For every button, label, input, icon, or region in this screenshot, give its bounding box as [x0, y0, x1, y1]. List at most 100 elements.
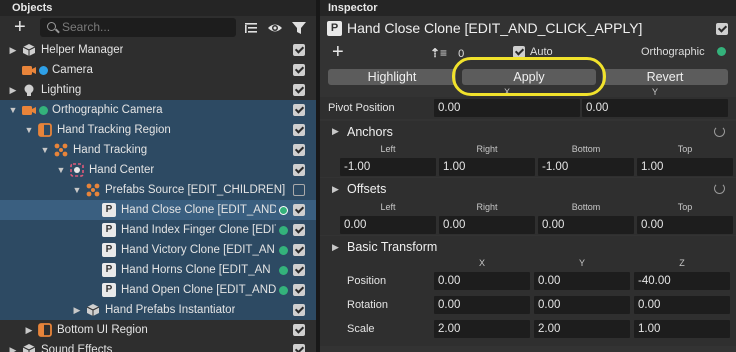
rotation-z-field[interactable]: 0.00: [634, 296, 730, 314]
status-dot-icon: [279, 266, 288, 275]
enabled-checkbox[interactable]: [293, 124, 305, 136]
render-layer-dot-icon: [717, 47, 726, 56]
basic-transform-section: ▶ Basic Transform X Y Z Position 0.00 0.…: [320, 236, 736, 346]
tree-row[interactable]: ▶ Bottom UI Region: [0, 320, 316, 340]
offsets-bottom-field[interactable]: 0.00: [538, 216, 634, 234]
tree-row[interactable]: P Hand Open Clone [EDIT_AND: [0, 280, 316, 300]
enabled-checkbox[interactable]: [293, 224, 305, 236]
tree-item-label: Hand Tracking: [73, 144, 148, 156]
enabled-checkbox[interactable]: [293, 164, 305, 176]
anchors-bottom-field[interactable]: -1.00: [538, 158, 634, 176]
tree-row[interactable]: ▼ Hand Tracking Region: [0, 120, 316, 140]
tree-row[interactable]: ▼ Orthographic Camera: [0, 100, 316, 120]
position-z-field[interactable]: -40.00: [634, 272, 730, 290]
enabled-checkbox[interactable]: [293, 284, 305, 296]
object-name[interactable]: Hand Close Clone [EDIT_AND_CLICK_APPLY]: [347, 20, 642, 36]
funnel-icon[interactable]: [291, 20, 307, 36]
collapse-arrow-icon[interactable]: ▼: [56, 160, 66, 180]
expand-arrow-icon[interactable]: ▶: [8, 80, 18, 100]
expand-arrow-icon[interactable]: ▶: [8, 340, 18, 352]
image-p-icon: P: [102, 223, 116, 237]
scale-z-field[interactable]: 1.00: [634, 320, 730, 338]
anchors-left-field[interactable]: -1.00: [340, 158, 436, 176]
tree-row[interactable]: Camera: [0, 60, 316, 80]
enabled-checkbox[interactable]: [293, 44, 305, 56]
pivot-x-field[interactable]: 0.00: [434, 99, 580, 117]
offsets-reset-icon[interactable]: [714, 183, 725, 194]
scale-x-field[interactable]: 2.00: [434, 320, 530, 338]
tree-row[interactable]: ▶ Lighting: [0, 80, 316, 100]
enabled-checkbox[interactable]: [293, 324, 305, 336]
collapse-arrow-icon[interactable]: ▼: [24, 120, 34, 140]
position-x-field[interactable]: 0.00: [434, 272, 530, 290]
tree-row[interactable]: P Hand Index Finger Clone [EDIT: [0, 220, 316, 240]
light-icon: [24, 84, 34, 96]
offsets-expand-arrow-icon[interactable]: ▶: [332, 184, 339, 195]
pivot-y-field[interactable]: 0.00: [582, 99, 728, 117]
expand-arrow-icon[interactable]: ▶: [8, 40, 18, 60]
render-layer-label[interactable]: Orthographic: [641, 46, 705, 58]
add-component-icon[interactable]: +: [332, 41, 344, 64]
anchors-expand-arrow-icon[interactable]: ▶: [332, 126, 339, 137]
tree-row[interactable]: P Hand Close Clone [EDIT_AND: [0, 200, 316, 220]
offsets-label[interactable]: Offsets: [347, 182, 386, 196]
prefab-cube-icon: [22, 344, 36, 352]
collapse-arrow-icon[interactable]: ▼: [8, 100, 18, 120]
camera-icon: [22, 66, 36, 75]
search-input[interactable]: Search...: [40, 18, 236, 37]
basic-transform-expand-arrow-icon[interactable]: ▶: [332, 242, 339, 253]
anchors-col-top: Top: [677, 144, 693, 154]
offsets-left-field[interactable]: 0.00: [340, 216, 436, 234]
image-p-icon: P: [102, 243, 116, 257]
anchors-reset-icon[interactable]: [714, 126, 725, 137]
position-label: Position: [347, 275, 387, 287]
enabled-checkbox[interactable]: [293, 184, 305, 196]
rotation-y-field[interactable]: 0.00: [534, 296, 630, 314]
tree-row[interactable]: P Hand Horns Clone [EDIT_AN: [0, 260, 316, 280]
tree-row[interactable]: ▼ Hand Tracking: [0, 140, 316, 160]
anchors-label[interactable]: Anchors: [347, 125, 393, 139]
enabled-checkbox[interactable]: [293, 144, 305, 156]
collapse-arrow-icon[interactable]: ▼: [40, 140, 50, 160]
enabled-checkbox[interactable]: [293, 304, 305, 316]
tree-row[interactable]: ▶ Sound Effects: [0, 340, 316, 352]
enabled-checkbox[interactable]: [293, 64, 305, 76]
collapse-arrow-icon[interactable]: ▼: [72, 180, 82, 200]
offsets-top-field[interactable]: 0.00: [637, 216, 733, 234]
enabled-checkbox[interactable]: [293, 244, 305, 256]
expand-arrow-icon[interactable]: ▶: [24, 320, 34, 340]
revert-button[interactable]: Revert: [602, 69, 728, 85]
layer-count-control[interactable]: ⇡≡ 0: [430, 46, 464, 60]
enabled-checkbox[interactable]: [293, 104, 305, 116]
enabled-checkbox[interactable]: [293, 344, 305, 352]
visibility-eye-icon[interactable]: [267, 20, 283, 36]
image-p-icon: P: [327, 21, 342, 36]
offsets-col-right: Right: [476, 202, 498, 212]
rotation-label: Rotation: [347, 299, 388, 311]
tree-row[interactable]: ▶ Helper Manager: [0, 40, 316, 60]
enabled-checkbox[interactable]: [293, 84, 305, 96]
enabled-checkbox[interactable]: [293, 264, 305, 276]
scale-y-field[interactable]: 2.00: [534, 320, 630, 338]
add-object-icon[interactable]: +: [14, 17, 26, 37]
status-dot-icon: [39, 66, 48, 75]
filter-list-icon[interactable]: [244, 20, 260, 36]
highlight-button[interactable]: Highlight: [328, 69, 456, 85]
rotation-x-field[interactable]: 0.00: [434, 296, 530, 314]
tree-row[interactable]: ▶ Hand Prefabs Instantiator: [0, 300, 316, 320]
search-placeholder: Search...: [62, 20, 111, 34]
tree-row[interactable]: P Hand Victory Clone [EDIT_AN: [0, 240, 316, 260]
pivot-col-y: Y: [651, 87, 658, 97]
offsets-right-field[interactable]: 0.00: [439, 216, 535, 234]
position-y-field[interactable]: 0.00: [534, 272, 630, 290]
tree-item-label: Hand Open Clone [EDIT_AND: [121, 284, 276, 296]
tree-row[interactable]: ▼ Hand Center: [0, 160, 316, 180]
object-enabled-checkbox[interactable]: [716, 23, 728, 35]
anchors-top-field[interactable]: 1.00: [637, 158, 733, 176]
tree-row[interactable]: ▼ Prefabs Source [EDIT_CHILDREN]: [0, 180, 316, 200]
anchors-right-field[interactable]: 1.00: [439, 158, 535, 176]
enabled-checkbox[interactable]: [293, 204, 305, 216]
expand-arrow-icon[interactable]: ▶: [72, 300, 82, 320]
inspector-panel: Inspector P Hand Close Clone [EDIT_AND_C…: [320, 0, 736, 352]
basic-transform-label[interactable]: Basic Transform: [347, 240, 437, 254]
